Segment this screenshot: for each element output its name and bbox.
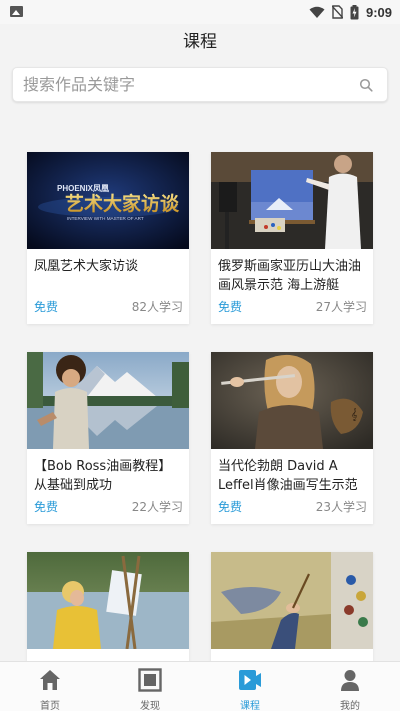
- course-card[interactable]: PHOENIX凤凰 艺术大家访谈 INTERVIEW WITH MASTER O…: [27, 152, 189, 324]
- status-bar: 9:09: [0, 0, 400, 24]
- wifi-icon: [309, 6, 325, 18]
- course-thumbnail: PHOENIX凤凰 艺术大家访谈 INTERVIEW WITH MASTER O…: [27, 152, 189, 249]
- course-price: 免费: [218, 500, 243, 514]
- course-title: 俄罗斯画家亚历山大油油画风景示范 海上游艇: [218, 259, 362, 293]
- app-header: 课程: [0, 24, 400, 60]
- course-title: 当代伦勃朗 David A Leffel肖像油画写生示范: [218, 459, 358, 493]
- gallery-notification-icon: [10, 6, 23, 17]
- tab-label: 课程: [240, 701, 260, 711]
- tab-home[interactable]: 首页: [0, 662, 100, 711]
- course-icon: [239, 670, 261, 690]
- learner-count: 27人学习: [315, 300, 367, 314]
- course-title: 凤凰艺术大家访谈: [34, 259, 139, 274]
- no-sim-icon: [331, 5, 343, 19]
- course-price: 免费: [34, 500, 59, 514]
- svg-text:𝄞: 𝄞: [351, 408, 358, 421]
- search-bar[interactable]: [12, 67, 388, 102]
- course-thumbnail: [211, 552, 373, 649]
- course-card[interactable]: 俄罗斯画家亚历山大油油画风景示范 海上游艇 免费 27人学习: [211, 152, 373, 324]
- course-price: 免费: [218, 300, 243, 314]
- bottom-tab-bar: 首页 发现 课程 我的: [0, 661, 400, 711]
- status-icons: 9:09: [309, 4, 392, 20]
- course-thumbnail: [27, 552, 189, 649]
- home-icon: [40, 670, 60, 690]
- thumb-brand-text: PHOENIX凤凰: [57, 184, 109, 193]
- search-input[interactable]: [23, 68, 343, 101]
- course-card[interactable]: 【Bob Ross油画教程】从基础到成功 免费 22人学习: [27, 352, 189, 524]
- course-thumbnail: [211, 152, 373, 249]
- tab-label: 首页: [40, 701, 60, 711]
- learner-count: 22人学习: [131, 500, 183, 514]
- course-price: 免费: [34, 300, 59, 314]
- page-title: 课程: [183, 32, 217, 52]
- learner-count: 82人学习: [131, 300, 183, 314]
- discover-icon: [138, 668, 162, 692]
- battery-charging-icon: [350, 4, 359, 19]
- learner-count: 23人学习: [315, 500, 367, 514]
- clock: 9:09: [365, 4, 392, 20]
- thumb-caption-text: INTERVIEW WITH MASTER OF ART: [67, 216, 144, 221]
- course-title: 【Bob Ross油画教程】从基础到成功: [34, 459, 172, 493]
- course-thumbnail: 𝄞: [211, 352, 373, 449]
- tab-course[interactable]: 课程: [200, 662, 300, 711]
- tab-profile[interactable]: 我的: [300, 662, 400, 711]
- profile-icon: [341, 670, 359, 691]
- course-card[interactable]: 𝄞 当代伦勃朗 David A Leffel肖像油画写生示范 免费 23人学习: [211, 352, 373, 524]
- search-icon[interactable]: [359, 78, 373, 92]
- tab-label: 发现: [140, 701, 160, 711]
- course-thumbnail: [27, 352, 189, 449]
- tab-label: 我的: [340, 701, 360, 711]
- thumb-title-text: 艺术大家访谈: [65, 192, 180, 215]
- tab-discover[interactable]: 发现: [100, 662, 200, 711]
